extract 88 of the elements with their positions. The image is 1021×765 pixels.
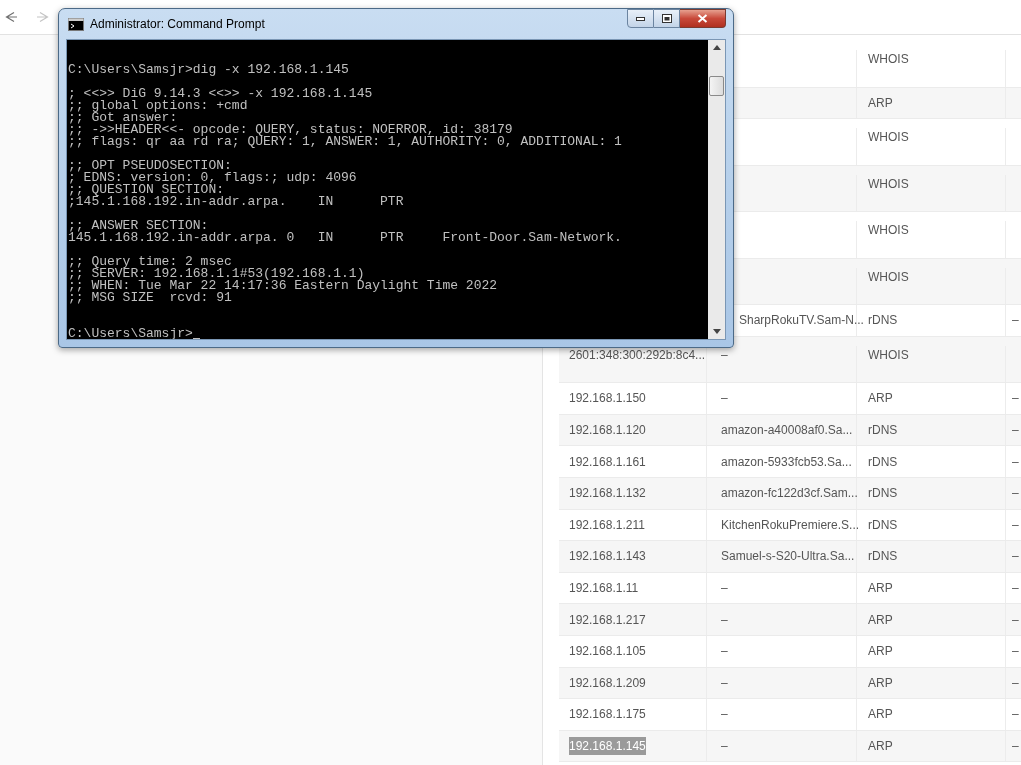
source-cell-text: WHOIS xyxy=(868,346,909,364)
table-cell-text: – xyxy=(1012,738,1019,755)
table-cell-text: – xyxy=(1012,516,1019,534)
table-cell-text: – xyxy=(1012,580,1019,598)
console-line: ;; QUESTION SECTION: xyxy=(68,184,225,196)
table-cell-text: – xyxy=(1012,548,1019,566)
hostname-cell-text: – xyxy=(721,706,728,724)
table-cell-text: – xyxy=(1012,485,1019,503)
ip-cell-text: 192.168.1.161 xyxy=(569,453,646,471)
minimize-icon xyxy=(636,16,645,21)
hostname-cell-text: – xyxy=(721,738,728,755)
hostname-cell-text: – xyxy=(721,674,728,692)
source-cell-text: rDNS xyxy=(868,312,898,330)
ip-cell-text: 192.168.1.132 xyxy=(569,485,646,503)
ip-cell-text: 192.168.1.217 xyxy=(569,611,646,629)
console-line: C:\Users\Samsjr>dig -x 192.168.1.145 xyxy=(68,64,350,76)
console-line: ;145.1.168.192.in-addr.arpa. IN PTR xyxy=(68,196,405,208)
ip-cell-text: 192.168.1.150 xyxy=(569,390,646,408)
ip-cell-text: 192.168.1.105 xyxy=(569,643,646,661)
source-cell-text: WHOIS xyxy=(868,268,909,286)
console-line: ;; ANSWER SECTION: xyxy=(68,220,209,232)
hostname-cell-text: – xyxy=(721,390,728,408)
maximize-button[interactable] xyxy=(654,9,680,28)
table-cell-text: – xyxy=(1012,312,1019,330)
console-line: ;; SERVER: 192.168.1.1#53(192.168.1.1) xyxy=(68,268,365,280)
hostname-cell-text: SharpRokuTV.Sam-N... xyxy=(739,312,864,330)
console-line: ;; ->>HEADER<<- opcode: QUERY, status: NOERROR, id: 38179 xyxy=(68,124,514,136)
table-cell-text: – xyxy=(1012,390,1019,408)
ip-cell-text: 192.168.1.120 xyxy=(569,422,646,440)
hostname-cell-text: KitchenRokuPremiere.S... xyxy=(721,516,860,534)
ip-cell-text: 192.168.1.211 xyxy=(569,516,645,534)
hostname-cell-text: amazon-5933fcb53.Sa... xyxy=(721,453,852,471)
table-cell-text: – xyxy=(1012,453,1019,471)
hostname-cell-text: – xyxy=(721,643,728,661)
source-cell-text: rDNS xyxy=(868,453,898,471)
source-cell-text: WHOIS xyxy=(868,222,909,240)
source-cell-text: ARP xyxy=(868,643,893,661)
ip-cell-text: 2601:348:300:292b:8c4... xyxy=(569,346,706,364)
scroll-down-icon[interactable] xyxy=(712,329,721,334)
source-cell-text: rDNS xyxy=(868,548,898,566)
source-cell-text: ARP xyxy=(868,611,893,629)
minimize-button[interactable] xyxy=(627,9,654,28)
table-cell-text: – xyxy=(1012,422,1019,440)
scroll-up-icon[interactable] xyxy=(712,45,721,50)
hostname-cell-text: – xyxy=(721,580,728,598)
source-cell-text: ARP xyxy=(868,390,893,408)
close-button[interactable] xyxy=(680,9,726,28)
console-line: ;; MSG SIZE rcvd: 91 xyxy=(68,292,233,304)
ip-cell-text: 192.168.1.143 xyxy=(569,548,646,566)
hostname-cell-text: amazon-a40008af0.Sa... xyxy=(721,422,853,440)
console-line: ;; Query time: 2 msec xyxy=(68,256,232,268)
console-line: ; EDNS: version: 0, flags:; udp: 4096 xyxy=(68,172,358,184)
source-cell-text: WHOIS xyxy=(868,51,909,68)
console-line: ;; global options: +cmd xyxy=(68,100,249,112)
table-cell-text: – xyxy=(1012,706,1019,724)
console-line: ; <<>> DiG 9.14.3 <<>> -x 192.168.1.145 xyxy=(68,88,374,100)
source-cell-text: WHOIS xyxy=(868,129,909,147)
source-cell-text: rDNS xyxy=(868,516,898,534)
console-line: 145.1.168.192.in-addr.arpa. 0 IN PTR Front-Door.Sam-Network. xyxy=(68,232,623,244)
source-cell-text: ARP xyxy=(868,674,893,692)
scrollbar-thumb[interactable] xyxy=(709,76,724,96)
hostname-cell-text: – xyxy=(721,346,728,364)
source-cell-text: rDNS xyxy=(868,422,898,440)
hostname-cell-text: Samuel-s-S20-Ultra.Sa... xyxy=(721,548,855,566)
ip-cell: 192.168.1.145 xyxy=(569,737,646,755)
hostname-cell-text: amazon-fc122d3cf.Sam... xyxy=(721,485,858,503)
source-cell-text: rDNS xyxy=(868,485,898,503)
console-line: ;; OPT PSEUDOSECTION: xyxy=(68,160,232,172)
source-cell-text: ARP xyxy=(868,94,893,112)
source-cell-text: WHOIS xyxy=(868,175,909,193)
console-line: ;; flags: qr aa rd ra; QUERY: 1, ANSWER: 1, AUTHORITY: 0, ADDITIONAL: 1 xyxy=(68,136,623,148)
source-cell-text: ARP xyxy=(868,706,893,724)
console-line: ;; WHEN: Tue Mar 22 14:17:36 Eastern Daylight Time 2022 xyxy=(68,280,499,292)
ip-cell-text: 192.168.1.11 xyxy=(569,580,639,598)
source-cell-text: ARP xyxy=(868,580,893,598)
source-cell-text: ARP xyxy=(868,738,893,755)
close-icon xyxy=(697,14,708,23)
hostname-cell-text: – xyxy=(721,611,728,629)
console-prompt: C:\Users\Samsjr> xyxy=(68,328,193,339)
console-line: ;; Got answer: xyxy=(68,112,178,124)
ip-cell-text: 192.168.1.209 xyxy=(569,674,646,692)
ip-cell-text: 192.168.1.175 xyxy=(569,706,646,724)
window-title: Administrator: Command Prompt xyxy=(90,16,265,33)
table-cell-text: – xyxy=(1012,674,1019,692)
table-cell-text: – xyxy=(1012,611,1019,629)
maximize-icon xyxy=(661,14,672,23)
console-icon xyxy=(68,17,84,31)
table-cell-text: – xyxy=(1012,643,1019,661)
